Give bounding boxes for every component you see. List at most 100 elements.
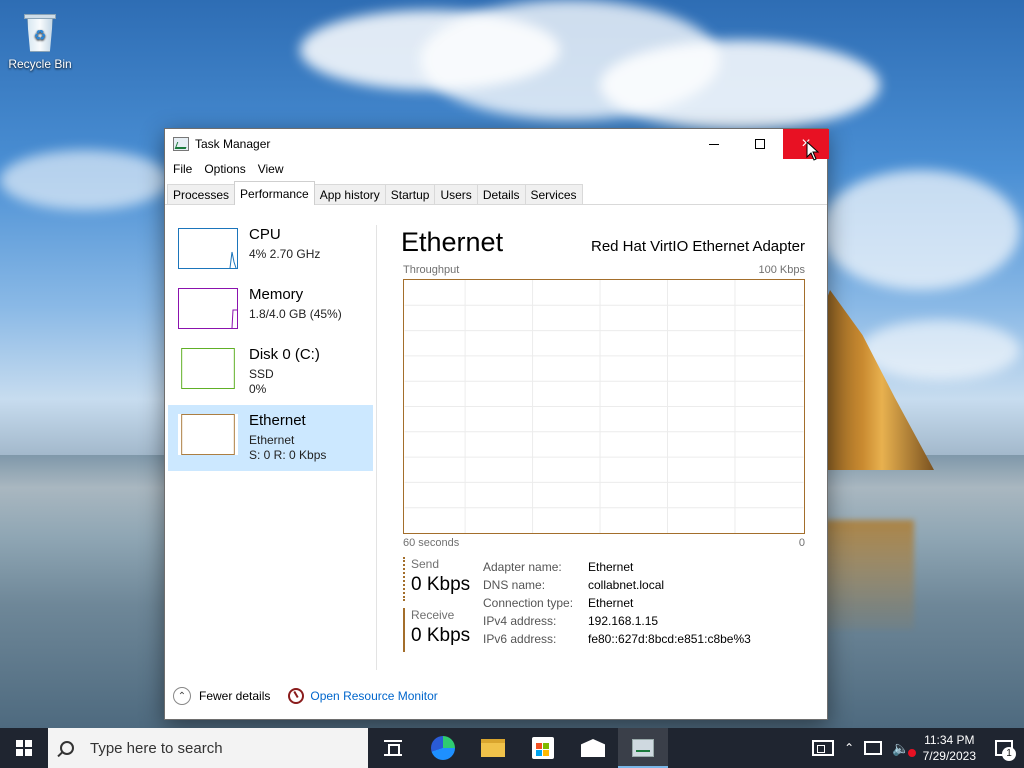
tab-services[interactable]: Services <box>524 184 583 204</box>
resource-name: Ethernet <box>249 412 306 429</box>
windows-logo-icon <box>16 740 32 756</box>
cloud <box>820 170 1020 290</box>
tab-processes[interactable]: Processes <box>167 184 236 204</box>
news-icon <box>812 740 835 756</box>
cpu-thumbnail <box>178 228 238 269</box>
resource-list: CPU 4% 2.70 GHz Memory 1.8/4.0 GB (45%) … <box>168 219 373 669</box>
rock-reflection <box>824 520 914 630</box>
resource-detail-2: 0% <box>249 382 267 396</box>
minimize-button[interactable] <box>691 129 737 159</box>
task-manager-taskbar-button[interactable] <box>618 728 668 768</box>
prop-key-adapter-name: Adapter name: <box>483 560 562 574</box>
stats-panel: Send 0 Kbps Receive 0 Kbps Adapter name:… <box>403 557 805 657</box>
graph-label-throughput: Throughput <box>403 264 460 276</box>
resource-name: Memory <box>249 286 304 303</box>
resource-name: Disk 0 (C:) <box>249 346 320 363</box>
store-button[interactable] <box>518 728 568 768</box>
resource-name: CPU <box>249 226 281 243</box>
menu-view[interactable]: View <box>252 162 290 176</box>
resource-detail: Ethernet <box>249 433 295 447</box>
resource-detail: 4% 2.70 GHz <box>249 247 321 261</box>
resource-item-disk[interactable]: Disk 0 (C:) SSD 0% <box>168 339 373 403</box>
resource-item-ethernet[interactable]: Ethernet Ethernet S: 0 R: 0 Kbps <box>168 405 373 471</box>
performance-content: CPU 4% 2.70 GHz Memory 1.8/4.0 GB (45%) … <box>165 205 827 719</box>
minimize-icon <box>709 143 719 145</box>
chevron-up-icon[interactable]: ⌃ <box>173 687 191 705</box>
disk-thumbnail <box>178 348 238 389</box>
maximize-button[interactable] <box>737 129 783 159</box>
volume-button[interactable]: 🔈 <box>887 728 916 768</box>
prop-key-dns-name: DNS name: <box>483 578 546 592</box>
cloud <box>860 320 1020 380</box>
footer-bar: ⌃ Fewer details Open Resource Monitor <box>173 685 438 707</box>
cloud <box>0 150 170 210</box>
resource-detail-2: S: 0 R: 0 Kbps <box>249 448 327 462</box>
desktop-icon-recycle-bin[interactable]: ♻ Recycle Bin <box>4 6 76 71</box>
network-button[interactable] <box>859 728 887 768</box>
prop-value-connection-type: Ethernet <box>588 596 634 610</box>
search-icon <box>60 741 74 755</box>
send-label: Send <box>411 557 440 571</box>
prop-value-adapter-name: Ethernet <box>588 560 634 574</box>
recycle-bin-icon: ♻ <box>22 10 58 54</box>
edge-icon <box>431 736 455 760</box>
task-view-icon <box>384 740 402 756</box>
memory-thumbnail <box>178 288 238 329</box>
task-view-button[interactable] <box>368 728 418 768</box>
cloud <box>600 40 880 130</box>
resource-monitor-icon <box>288 688 305 704</box>
resource-item-memory[interactable]: Memory 1.8/4.0 GB (45%) <box>168 279 373 343</box>
system-tray: ⌃ 🔈 11:34 PM 7/29/2023 1 <box>807 728 1024 768</box>
edge-button[interactable] <box>418 728 468 768</box>
fewer-details-button[interactable]: Fewer details <box>199 689 270 703</box>
taskbar-search-box[interactable]: Type here to search <box>48 728 368 768</box>
notification-center-button[interactable]: 1 <box>984 728 1024 768</box>
clock-time: 11:34 PM <box>924 733 975 747</box>
pane-divider[interactable] <box>376 225 377 670</box>
resource-detail: 1.8/4.0 GB (45%) <box>249 307 342 321</box>
file-explorer-button[interactable] <box>468 728 518 768</box>
receive-stat: Receive 0 Kbps <box>403 608 483 652</box>
task-manager-window: Task Manager × File Options View Process… <box>164 128 829 720</box>
receive-label: Receive <box>411 608 455 622</box>
detail-title: Ethernet <box>401 227 504 257</box>
tab-users[interactable]: Users <box>434 184 478 204</box>
receive-value: 0 Kbps <box>411 625 471 646</box>
prop-key-ipv6: IPv6 address: <box>483 632 557 646</box>
task-manager-icon <box>173 137 189 151</box>
notification-count-badge: 1 <box>1002 747 1016 761</box>
menu-options[interactable]: Options <box>198 162 251 176</box>
prop-key-connection-type: Connection type: <box>483 596 574 610</box>
tab-details[interactable]: Details <box>476 184 526 204</box>
open-resource-monitor-link[interactable]: Open Resource Monitor <box>310 689 437 703</box>
resource-item-cpu[interactable]: CPU 4% 2.70 GHz <box>168 219 373 283</box>
adapter-description: Red Hat VirtIO Ethernet Adapter <box>590 238 805 255</box>
title-bar[interactable]: Task Manager × <box>165 129 829 161</box>
news-button[interactable] <box>807 728 839 768</box>
mail-button[interactable] <box>568 728 618 768</box>
graph-label-time: 60 seconds <box>403 537 460 549</box>
ethernet-thumbnail <box>178 414 238 455</box>
file-explorer-icon <box>481 739 505 757</box>
menu-bar: File Options View <box>165 159 827 179</box>
show-hidden-icons-button[interactable]: ⌃ <box>839 728 859 768</box>
tab-startup[interactable]: Startup <box>384 184 436 204</box>
send-value: 0 Kbps <box>411 574 471 595</box>
tab-performance[interactable]: Performance <box>234 181 315 205</box>
prop-key-ipv4: IPv4 address: <box>483 614 557 628</box>
desktop-icon-label: Recycle Bin <box>8 57 72 71</box>
tab-app-history[interactable]: App history <box>313 184 386 204</box>
prop-value-dns-name: collabnet.local <box>588 578 665 592</box>
clock[interactable]: 11:34 PM 7/29/2023 <box>915 732 984 764</box>
resource-detail: SSD <box>249 367 274 381</box>
window-title: Task Manager <box>195 137 271 151</box>
prop-value-ipv6: fe80::627d:8bcd:e851:c8be%3 <box>588 632 751 646</box>
mail-icon <box>581 739 605 757</box>
send-stat: Send 0 Kbps <box>403 557 483 601</box>
clock-date: 7/29/2023 <box>922 749 976 763</box>
chevron-up-icon: ⌃ <box>844 741 855 755</box>
start-button[interactable] <box>0 728 48 768</box>
graph-label-max: 100 Kbps <box>758 264 805 276</box>
menu-file[interactable]: File <box>167 162 198 176</box>
volume-muted-icon: 🔈 <box>892 740 916 757</box>
